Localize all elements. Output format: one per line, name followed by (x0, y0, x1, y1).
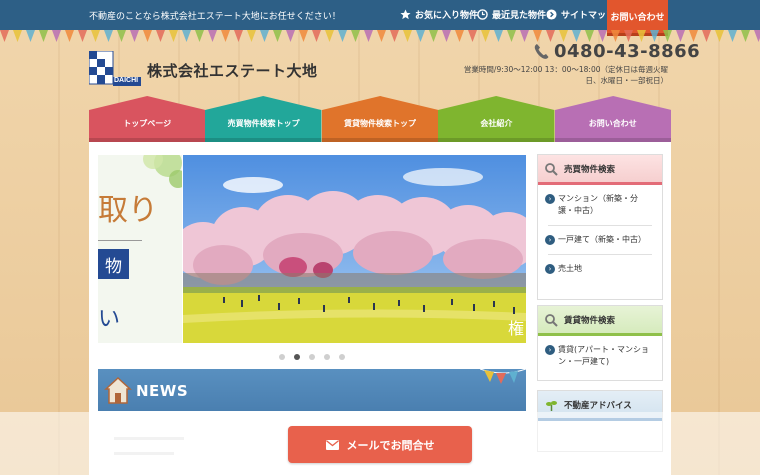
slide-caption: 権 (507, 319, 524, 338)
slider-dot[interactable] (279, 354, 285, 360)
chevron-right-icon: › (545, 194, 555, 204)
nav-item-0[interactable]: トップページ (89, 96, 206, 142)
pennant-icon (480, 368, 526, 384)
hours-line-1: 営業時間/9:30〜12:00 13：00〜18:00（定休日は毎週火曜 (463, 65, 668, 74)
phone-icon (534, 44, 549, 59)
nav-item-label: 会社紹介 (480, 119, 513, 128)
slider-dot[interactable] (309, 354, 315, 360)
nav-item-label: トップページ (123, 119, 172, 128)
sale-search-title: 売買物件検索 (564, 164, 616, 175)
nav-item-2[interactable]: 賃貸物件検索トップ (321, 96, 439, 142)
sidebar-item-label: 一戸建て（新築・中古） (558, 235, 646, 244)
nav-item-label: お問い合わせ (588, 119, 637, 128)
slider-dot[interactable] (294, 354, 300, 360)
chevron-right-icon (546, 9, 557, 20)
nav-item-3[interactable]: 会社紹介 (438, 96, 555, 142)
cherry-blossom-photo (183, 155, 526, 343)
slide-left-heading: 取り (98, 193, 158, 228)
nav-item-4[interactable]: お問い合わせ (554, 96, 671, 142)
recent-link[interactable]: 最近見た物件 (477, 8, 546, 21)
sidebar-item-mansion[interactable]: › マンション（新築・分譲・中古） (538, 193, 662, 217)
hours-line-2: 日、水曜日・一部祝日） (585, 76, 669, 85)
advice-title: 不動産アドバイス (564, 400, 632, 411)
divider (548, 254, 652, 255)
slider-dot[interactable] (339, 354, 345, 360)
tagline: 不動産のことなら株式会社エステート大地にお任せください！ (89, 12, 341, 22)
rent-search-box: 賃貸物件検索 › 賃貸(アパート・マンション・一戸建て) (537, 305, 663, 381)
rent-search-title: 賃貸物件検索 (564, 315, 616, 326)
sitemap-link[interactable]: サイトマップ (546, 8, 615, 21)
favorites-link[interactable]: お気に入り物件 (400, 8, 478, 21)
clock-icon (477, 9, 488, 20)
nav-item-label: 売買物件検索トップ (227, 119, 300, 128)
sale-search-header: 売買物件検索 (538, 155, 662, 185)
chevron-right-icon: › (545, 264, 555, 274)
nav-item-1[interactable]: 売買物件検索トップ (205, 96, 322, 142)
star-icon (400, 9, 411, 20)
recent-label: 最近見た物件 (492, 11, 547, 21)
sidebar-item-label: 賃貸(アパート・マンション・一戸建て) (558, 345, 649, 366)
house-icon (104, 376, 132, 404)
slide-left-box: 物 (98, 249, 129, 279)
news-title: NEWS (136, 382, 189, 400)
rent-search-header: 賃貸物件検索 (538, 306, 662, 336)
search-icon (545, 314, 558, 327)
sidebar-item-label: 売土地 (558, 264, 582, 273)
sale-search-box: 売買物件検索 › マンション（新築・分譲・中古） › 一戸建て（新築・中古） ›… (537, 154, 663, 300)
divider (548, 225, 652, 226)
sidebar-item-land[interactable]: › 売土地 (538, 263, 662, 275)
slide-main-image[interactable]: 権 (183, 155, 526, 343)
phone-number[interactable]: 0480-43-8866 (534, 41, 700, 62)
company-name: 株式会社エステート大地 (147, 62, 318, 80)
logo-text: DAICHI (114, 77, 139, 84)
news-header: NEWS (98, 368, 526, 411)
mail-contact-button[interactable]: メールでお問合せ (288, 426, 472, 463)
sidebar-item-house[interactable]: › 一戸建て（新築・中古） (538, 234, 662, 246)
slider-dots (279, 354, 345, 360)
sidebar-item-rental[interactable]: › 賃貸(アパート・マンション・一戸建て) (538, 344, 662, 368)
chevron-right-icon: › (545, 235, 555, 245)
slider-dot[interactable] (324, 354, 330, 360)
business-hours: 営業時間/9:30〜12:00 13：00〜18:00（定休日は毎週火曜 日、水… (455, 64, 668, 86)
nav-item-label: 賃貸物件検索トップ (343, 119, 416, 128)
slide-prev-panel[interactable]: 取り 物 い (98, 155, 182, 343)
favorites-label: お気に入り物件 (415, 11, 479, 21)
phone-number-text: 0480-43-8866 (554, 41, 701, 62)
main-nav: トップページ 売買物件検索トップ 賃貸物件検索トップ 会社紹介 お問い合わせ (89, 96, 671, 142)
slide-left-text: い (98, 307, 121, 332)
divider (98, 240, 142, 241)
mail-contact-label: メールでお問合せ (346, 438, 435, 452)
mail-icon (325, 439, 339, 450)
chevron-right-icon: › (545, 345, 555, 355)
sprout-icon (546, 401, 557, 411)
search-icon (545, 163, 558, 176)
sidebar-item-label: マンション（新築・分譲・中古） (558, 194, 638, 215)
